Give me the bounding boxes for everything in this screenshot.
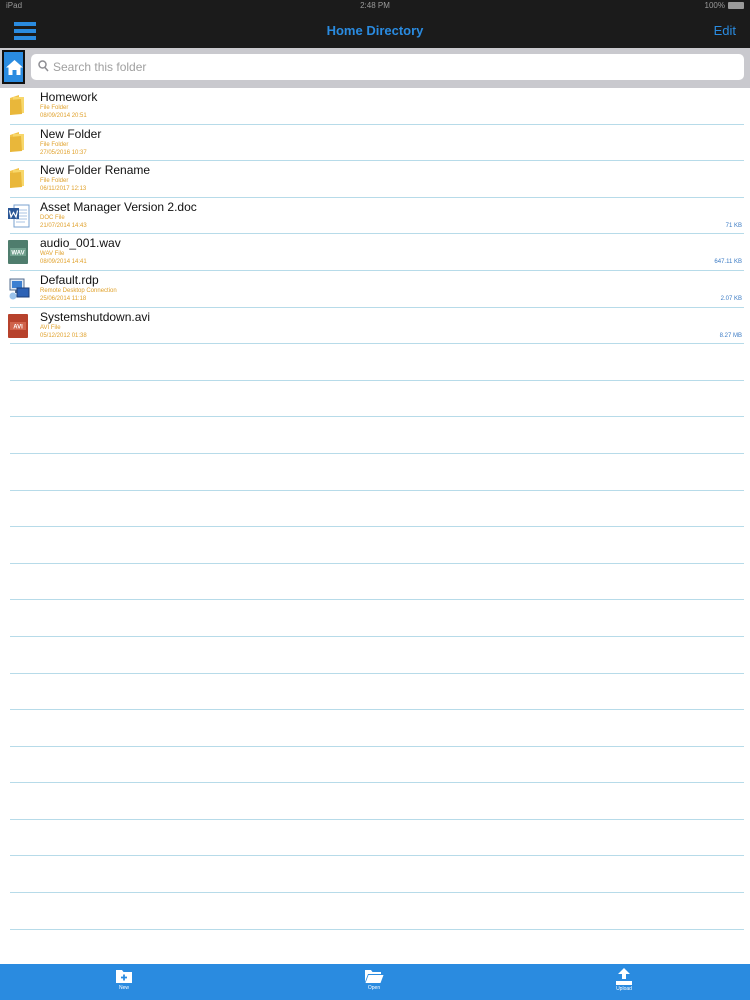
file-name: audio_001.wav [40,236,121,251]
file-type: AVI File [40,324,61,331]
page-title: Home Directory [326,23,424,38]
empty-row [10,930,744,964]
file-date: 25/06/2014 11:18 [40,295,87,302]
empty-row [10,783,744,820]
file-row[interactable]: Default.rdp Remote Desktop Connection 25/0… [8,271,744,308]
navigation-bar: Home Directory Edit [0,12,750,48]
new-button[interactable]: New [104,968,144,998]
file-name: Default.rdp [40,272,99,287]
wav-file-icon: WAV [8,240,28,265]
menu-button[interactable] [14,22,36,40]
file-name: New Folder [40,126,102,141]
empty-row [10,417,744,454]
file-name: New Folder Rename [40,163,151,178]
folder-icon [8,131,28,155]
menu-icon [14,22,36,26]
upload-icon [616,968,632,985]
clock-label: 2:48 PM [360,1,390,10]
file-type: File Folder [40,178,69,185]
file-row[interactable]: Homework File Folder 08/09/2014 20:51 [10,88,744,125]
search-icon [38,60,49,72]
battery-label: 100% [704,1,725,10]
folder-icon [8,167,28,191]
file-name: Homework [40,90,98,104]
edit-button[interactable]: Edit [714,23,736,38]
file-type: WAV File [40,251,65,258]
home-icon [6,60,23,75]
file-size: 2.07 KB [720,295,742,302]
file-row[interactable]: New Folder Rename File Folder 06/11/2017 1… [10,161,744,198]
empty-row [10,674,744,711]
doc-file-icon [8,204,30,228]
file-row[interactable]: New Folder File Folder 27/05/2016 10:37 [10,125,744,162]
file-date: 27/05/2016 10:37 [40,149,87,156]
search-field[interactable] [31,54,744,80]
folder-icon [8,94,28,118]
file-date: 06/11/2017 12:13 [40,186,87,193]
search-input[interactable] [53,58,733,76]
file-size: 647.11 KB [714,259,742,266]
battery-icon [728,2,744,10]
file-row[interactable]: Asset Manager Version 2.doc DOC File 21/07… [8,198,744,235]
empty-row [10,491,744,528]
bottom-toolbar: New Open Upload [0,964,750,1000]
empty-row [10,344,744,381]
status-bar: iPad 2:48 PM 100% [0,0,750,12]
file-date: 05/12/2012 01:38 [40,332,87,339]
empty-row [10,856,744,894]
file-type: Remote Desktop Connection [40,287,117,294]
file-row[interactable]: AVI Systemshutdown.avi AVI File 05/12/2012 … [8,308,744,345]
open-folder-icon [365,970,384,983]
battery-indicator: 100% [705,1,744,10]
search-bar [0,48,750,88]
upload-button-label: Upload [616,986,632,992]
empty-row [10,637,744,674]
wav-icon-label: WAV [11,251,24,257]
open-button-label: Open [367,985,381,991]
home-button[interactable] [2,50,25,84]
empty-row [10,600,744,637]
file-date: 21/07/2014 14:43 [40,222,87,229]
file-type: File Folder [40,141,69,148]
empty-row [10,454,744,491]
file-list: Homework File Folder 08/09/2014 20:51 New F… [0,88,750,964]
empty-row [10,564,744,601]
file-row[interactable]: WAV audio_001.wav WAV File 08/09/2014 14:41… [8,234,744,271]
file-name: Asset Manager Version 2.doc [40,199,197,214]
empty-row [10,893,744,930]
avi-file-icon: AVI [8,313,28,338]
avi-icon-label: AVI [13,324,23,330]
open-button[interactable]: Open [354,968,394,998]
empty-row [10,381,744,418]
empty-row [10,527,744,564]
new-file-icon [116,970,132,983]
upload-button[interactable]: Upload [604,968,644,998]
file-size: 8.27 MB [719,332,742,339]
file-type: File Folder [40,105,69,111]
file-type: DOC File [40,214,65,221]
empty-row [10,820,744,857]
app-window: iPad 2:48 PM 100% Home Directory Edit Ho… [0,0,750,1000]
file-name: Systemshutdown.avi [40,309,151,324]
file-date: 08/09/2014 20:51 [40,113,87,119]
rdp-file-icon [8,277,30,301]
empty-row [10,710,744,747]
file-size: 71 KB [725,222,742,229]
empty-row [10,747,744,784]
file-date: 08/09/2014 14:41 [40,259,87,266]
new-button-label: New [118,985,129,991]
